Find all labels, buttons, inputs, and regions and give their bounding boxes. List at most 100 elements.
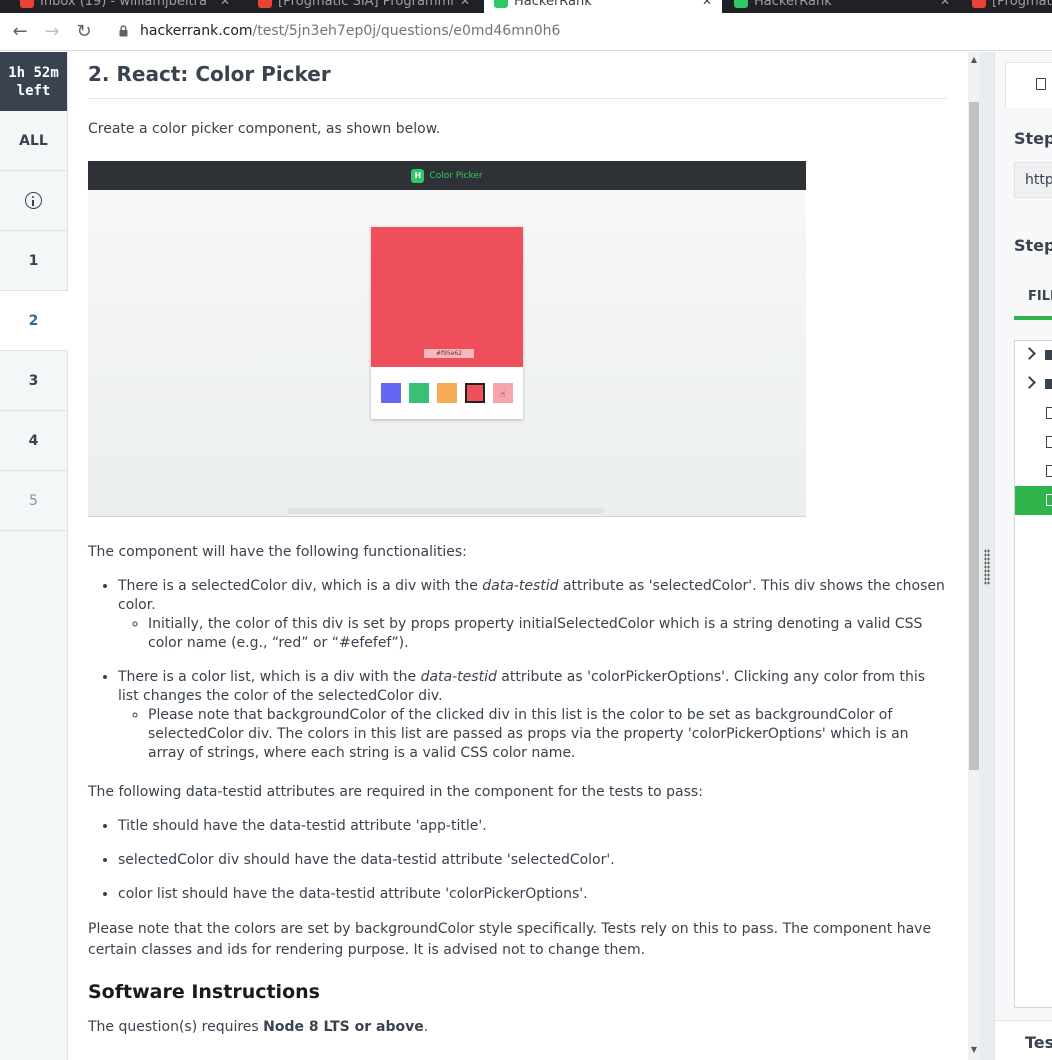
tree-folder[interactable]: [1015, 370, 1052, 399]
close-tab-icon[interactable]: ✕: [220, 0, 230, 13]
tests-section[interactable]: Tes: [995, 1020, 1052, 1060]
browser-tab-progmatic[interactable]: [Progmatic SIA] Programmi ✕: [248, 0, 480, 13]
color-picker-preview-image: H Color Picker #f95e62 ☝: [88, 161, 806, 517]
nav-question-2[interactable]: 2: [0, 291, 68, 351]
reload-icon: ↻: [76, 21, 92, 42]
browser-tab-title: HackerRank: [754, 0, 832, 9]
tree-file[interactable]: [1015, 399, 1052, 428]
preview-swatch: [409, 383, 429, 403]
address-bar[interactable]: hackerrank.com/test/5jn3eh7ep0j/question…: [140, 23, 560, 39]
nav-question-4[interactable]: 4: [0, 411, 67, 471]
reload-button[interactable]: ↻: [72, 20, 96, 44]
nav-all-questions[interactable]: ALL: [0, 111, 67, 171]
preview-swatch-selected: [465, 383, 485, 403]
timer-suffix: left: [16, 83, 51, 99]
close-tab-icon[interactable]: ✕: [940, 0, 950, 13]
nav-question-3[interactable]: 3: [0, 351, 67, 411]
testid-heading: The following data-testid attributes are…: [88, 784, 703, 800]
nav-question-1[interactable]: 1: [0, 231, 67, 291]
browser-tab-hackerrank-active[interactable]: HackerRank ✕: [484, 0, 722, 13]
preview-swatches: [381, 383, 513, 403]
functionality-list: There is a selectedColor div, which is a…: [88, 577, 947, 763]
gmail-icon: [972, 0, 986, 8]
timer-value: 1h 52m: [8, 65, 59, 81]
workspace-url-field[interactable]: https: [1014, 162, 1052, 198]
file-tree: [1014, 340, 1052, 1008]
preview-swatch: [437, 383, 457, 403]
browser-tab-hackerrank[interactable]: HackerRank ✕: [724, 0, 960, 13]
file-icon: [1046, 494, 1052, 506]
arrow-right-icon: →: [44, 21, 60, 42]
browser-tab-strip: Inbox (19) - williamjbeltra ✕ [Progmatic…: [0, 0, 1052, 13]
browser-tab-title: Inbox (19) - williamjbeltra: [40, 0, 207, 9]
question-intro: Create a color picker component, as show…: [88, 121, 441, 137]
file-icon: [1046, 465, 1052, 477]
tree-file-selected[interactable]: [1015, 486, 1052, 515]
question-title: 2. React: Color Picker: [88, 52, 947, 99]
file-icon: [1046, 407, 1052, 419]
software-instructions-heading: Software Instructions: [88, 981, 320, 1003]
hackerrank-logo-icon: H: [411, 168, 425, 183]
hackerrank-icon: [734, 0, 748, 8]
list-item: There is a selectedColor div, which is a…: [118, 577, 947, 653]
question-nav: 1h 52m left ALL 1 2 3 4 5: [0, 52, 68, 1060]
step-1-heading: Step: [1014, 129, 1052, 148]
browser-tab-title: HackerRank: [514, 0, 592, 9]
preview-footer-blur: [288, 508, 604, 514]
question-panel: 2. React: Color Picker Create a color pi…: [68, 52, 968, 1060]
nav-info[interactable]: [0, 171, 67, 231]
scrollbar-thumb[interactable]: [969, 102, 979, 770]
folder-icon: [1045, 350, 1052, 360]
scroll-up-icon[interactable]: ▲: [970, 56, 978, 64]
url-host: hackerrank.com: [140, 23, 253, 39]
hackerrank-icon: [494, 0, 508, 8]
gmail-icon: [20, 0, 34, 8]
tab-files[interactable]: FILE: [1028, 289, 1052, 304]
list-item: Title should have the data-testid attrib…: [118, 817, 947, 836]
lock-icon[interactable]: [119, 25, 128, 37]
tests-label: Tes: [1025, 1033, 1052, 1052]
browser-tab-progmatic-2[interactable]: [Progmatic: [962, 0, 1052, 13]
browser-tab-title: [Progmatic: [992, 0, 1052, 9]
close-tab-icon[interactable]: ✕: [702, 0, 712, 13]
list-item: Please note that backgroundColor of the …: [148, 706, 947, 763]
tab-instructions[interactable]: [1005, 62, 1052, 108]
step-2-heading: Step: [1014, 236, 1052, 255]
arrow-left-icon: ←: [12, 21, 28, 42]
browser-tab-title: [Progmatic SIA] Programmi: [278, 0, 454, 9]
info-icon: [25, 192, 42, 209]
scroll-down-icon[interactable]: ▼: [970, 1046, 978, 1054]
close-tab-icon[interactable]: ✕: [460, 0, 470, 13]
tree-file[interactable]: [1015, 457, 1052, 486]
tree-file[interactable]: [1015, 428, 1052, 457]
workspace-panel: Step https Step FILE Tes: [994, 52, 1052, 1060]
nav-question-5[interactable]: 5: [0, 471, 67, 531]
preview-hex-label: #f95e62: [424, 349, 474, 358]
preview-swatch: [381, 383, 401, 403]
active-tab-indicator: [1014, 316, 1052, 320]
list-item: There is a color list, which is a div wi…: [118, 668, 947, 763]
preview-card: #f95e62 ☝: [371, 227, 523, 419]
drag-handle-icon[interactable]: [984, 549, 990, 585]
chevron-right-icon: [1023, 376, 1036, 389]
functionalities-heading: The component will have the following fu…: [88, 544, 467, 560]
forward-button[interactable]: →: [40, 20, 64, 44]
node-requirement: The question(s) requires Node 8 LTS or a…: [88, 1019, 429, 1035]
back-button[interactable]: ←: [8, 20, 32, 44]
gmail-icon: [258, 0, 272, 8]
testid-list: Title should have the data-testid attrib…: [88, 817, 947, 904]
list-item: selectedColor div should have the data-t…: [118, 851, 947, 870]
tree-folder[interactable]: [1015, 341, 1052, 370]
url-path: /test/5jn3eh7ep0j/questions/e0md46mn0h6: [252, 23, 561, 39]
preview-selected-color: #f95e62: [371, 227, 523, 367]
list-item: Initially, the color of this div is set …: [148, 615, 947, 653]
time-remaining: 1h 52m left: [0, 52, 67, 111]
preview-app-title: Color Picker: [429, 170, 483, 181]
list-item: color list should have the data-testid a…: [118, 885, 947, 904]
document-icon: [1036, 78, 1046, 90]
colors-note: Please note that the colors are set by b…: [88, 921, 932, 958]
browser-tab-inbox[interactable]: Inbox (19) - williamjbeltra ✕: [10, 0, 240, 13]
question-scrollbar[interactable]: ▲ ▼: [968, 52, 980, 1060]
browser-toolbar: ← → ↻ hackerrank.com/test/5jn3eh7ep0j/qu…: [0, 13, 1052, 51]
panel-splitter[interactable]: [980, 52, 994, 1060]
